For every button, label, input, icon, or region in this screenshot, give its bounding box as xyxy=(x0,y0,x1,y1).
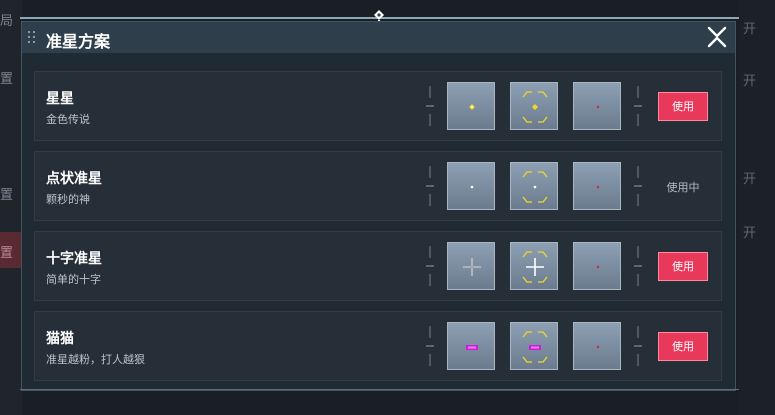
crosshair-name: 点状准星 xyxy=(46,171,102,187)
dialog-header: 准星方案 xyxy=(22,22,735,53)
scope-bracket-icon xyxy=(522,331,548,363)
divider xyxy=(634,326,642,366)
red-dot-icon xyxy=(596,265,600,269)
red-dot-icon xyxy=(596,345,600,349)
crosshair-description: 颗秒的神 xyxy=(46,193,90,206)
background-label: 开 xyxy=(743,226,757,241)
red-dot-icon xyxy=(596,185,600,189)
crosshair-preview-tile xyxy=(573,82,621,130)
crosshair-preview-tile xyxy=(447,322,495,370)
divider xyxy=(426,246,434,286)
divider xyxy=(634,246,642,286)
dialog-title: 准星方案 xyxy=(46,32,111,51)
crosshair-scheme-dialog: 准星方案 星星 金色传说 使用 点状准星 颗秒的神 使用中 十字准星 简单的十字… xyxy=(21,21,736,391)
crosshair-preview-tile xyxy=(447,82,495,130)
divider xyxy=(634,166,642,206)
crosshair-preview-tile xyxy=(573,322,621,370)
background-menu-right: 开 开 开 开 xyxy=(739,0,775,415)
crosshair-preview-tile xyxy=(447,242,495,290)
crosshair-description: 简单的十字 xyxy=(46,273,101,286)
list-item-crosshair: 猫猫 准星越粉，打人越狠 使用 xyxy=(34,311,722,381)
crosshair-preview-tile xyxy=(447,162,495,210)
crosshair-name: 十字准星 xyxy=(46,251,102,267)
background-menu-left: 局 置 置 置 xyxy=(0,0,22,415)
scope-bracket-icon xyxy=(522,171,548,203)
crosshair-preview-tile xyxy=(510,322,558,370)
list-item-crosshair: 十字准星 简单的十字 使用 xyxy=(34,231,722,301)
background-label: 置 xyxy=(0,72,14,87)
divider xyxy=(426,166,434,206)
drag-handle-icon[interactable] xyxy=(28,31,38,45)
use-button[interactable]: 使用 xyxy=(658,252,708,281)
crosshair-description: 准星越粉，打人越狠 xyxy=(46,353,145,366)
divider xyxy=(426,86,434,126)
background-label: 置 xyxy=(0,246,14,261)
crosshair-preview-tile xyxy=(510,242,558,290)
list-item-crosshair: 星星 金色传说 使用 xyxy=(34,71,722,141)
close-icon[interactable] xyxy=(705,25,729,49)
in-use-status: 使用中 xyxy=(666,181,700,194)
scope-bracket-icon xyxy=(522,91,548,123)
list-item-crosshair: 点状准星 颗秒的神 使用中 xyxy=(34,151,722,221)
background-label: 局 xyxy=(0,14,14,29)
divider xyxy=(426,326,434,366)
crosshair-name: 猫猫 xyxy=(46,331,74,347)
divider xyxy=(634,86,642,126)
cat-crosshair-icon xyxy=(466,345,478,350)
crosshair-preview-tile xyxy=(573,242,621,290)
dot-crosshair-icon xyxy=(470,185,474,189)
crosshair-preview-tile xyxy=(510,82,558,130)
crosshair-preview-tile xyxy=(510,162,558,210)
background-label: 开 xyxy=(743,74,757,89)
use-button[interactable]: 使用 xyxy=(658,332,708,361)
red-dot-icon xyxy=(596,105,600,109)
background-label: 置 xyxy=(0,188,14,203)
crosshair-description: 金色传说 xyxy=(46,113,90,126)
background-label: 开 xyxy=(743,172,757,187)
cross-crosshair-icon xyxy=(463,258,481,276)
use-button[interactable]: 使用 xyxy=(658,92,708,121)
dialog-bottom-border xyxy=(20,389,739,390)
scope-bracket-icon xyxy=(522,251,548,283)
crosshair-name: 星星 xyxy=(46,91,74,107)
crosshair-preview-tile xyxy=(573,162,621,210)
background-label: 开 xyxy=(743,22,757,37)
star-crosshair-icon xyxy=(469,104,475,110)
